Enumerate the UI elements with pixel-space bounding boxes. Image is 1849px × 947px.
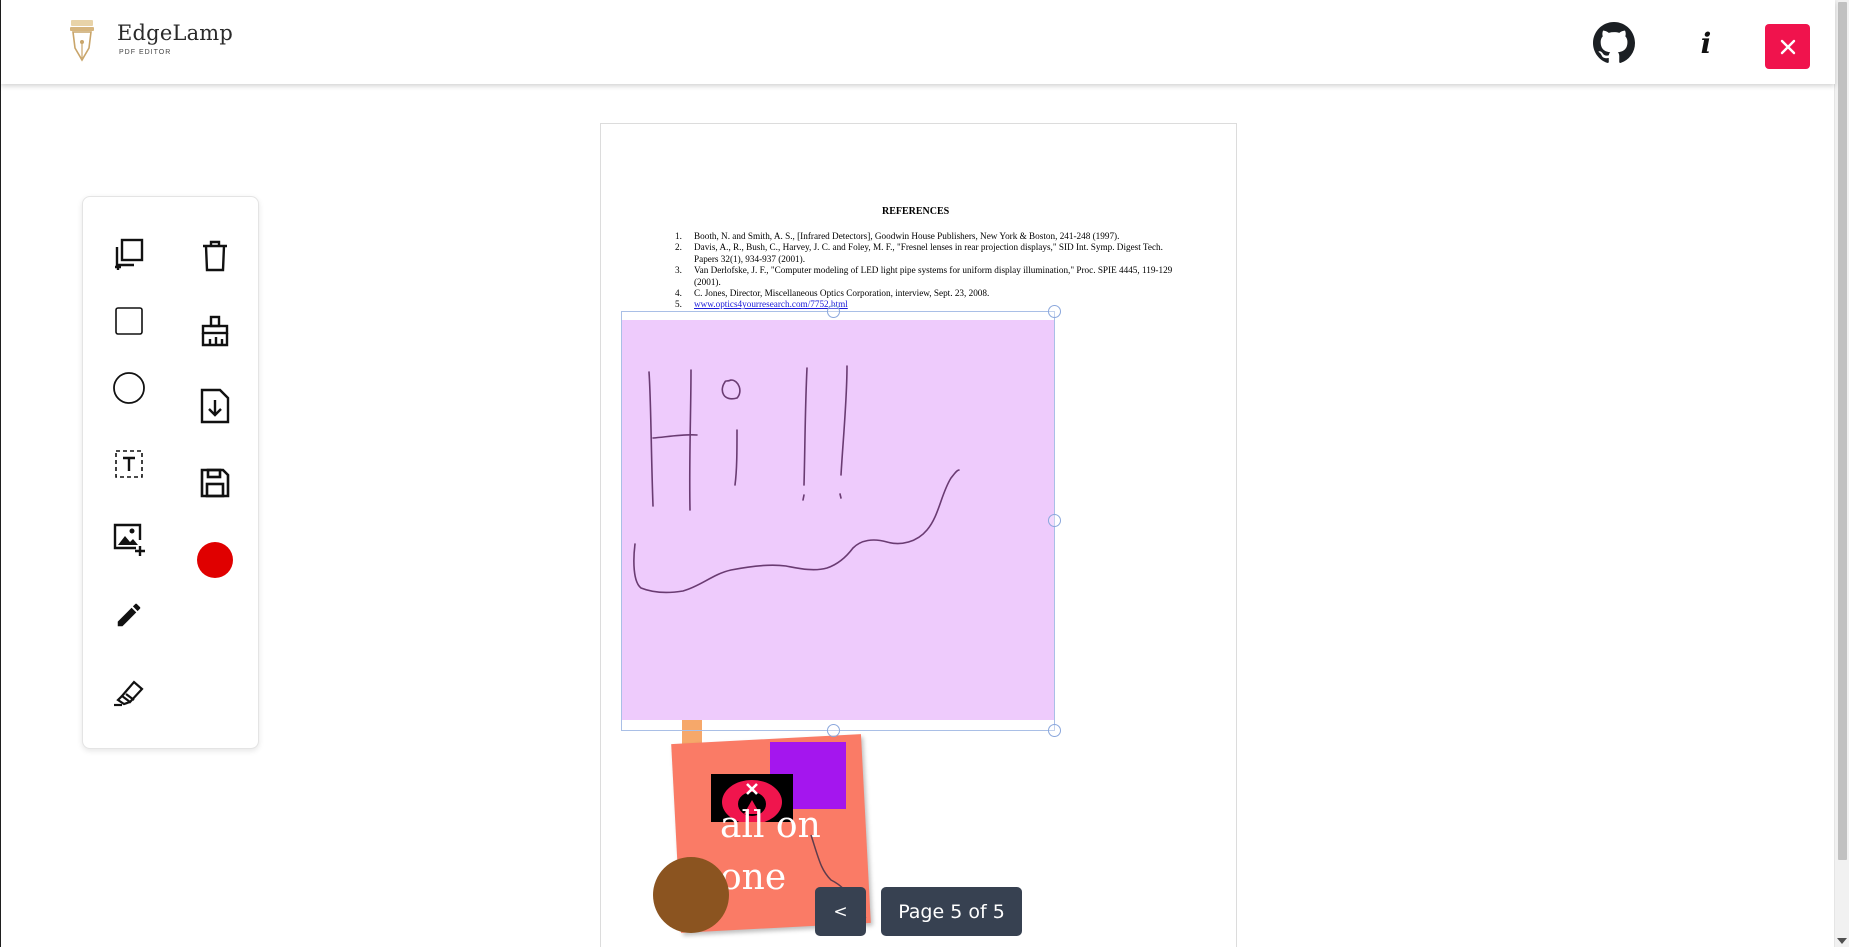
download-button[interactable] [195, 386, 235, 426]
save-icon [200, 468, 230, 498]
resize-handle-top-right[interactable] [1048, 305, 1061, 318]
github-button[interactable] [1593, 22, 1635, 64]
text-box-icon [115, 450, 143, 478]
highlighter-tool[interactable] [109, 671, 149, 711]
resize-handle-bottom-right[interactable] [1048, 724, 1061, 737]
previous-page-button[interactable]: < [815, 887, 866, 936]
resize-handle-bottom[interactable] [827, 724, 840, 737]
resize-handle-top[interactable] [827, 305, 840, 318]
add-image-icon [113, 523, 145, 556]
duplicate-page-button[interactable] [109, 234, 149, 274]
circle-tool[interactable] [109, 368, 149, 408]
vertical-scrollbar[interactable] [1834, 0, 1849, 947]
reference-item: 1. Booth, N. and Smith, A. S., [Infrared … [675, 231, 1120, 241]
brand-name: EdgeLamp [117, 21, 234, 45]
app-window: EdgeLamp PDF EDITOR i REFERENCES 1. Boot… [0, 0, 1849, 947]
reference-item: 2. Davis, A., R., Bush, C., Harvey, J. C.… [675, 242, 1163, 264]
broom-icon [201, 315, 229, 347]
reference-item: 4. C. Jones, Director, Miscellaneous Opti… [675, 288, 990, 299]
reference-item: 5. www.optics4yourresearch.com/7752.html [675, 299, 848, 310]
references-list: 1. Booth, N. and Smith, A. S., [Infrared … [675, 231, 1175, 311]
github-icon [1593, 22, 1635, 63]
pencil-tool[interactable] [109, 595, 149, 635]
reference-link[interactable]: www.optics4yourresearch.com/7752.html [694, 299, 848, 309]
header: EdgeLamp PDF EDITOR i [1, 0, 1835, 84]
selection-box[interactable] [621, 311, 1055, 731]
add-image-tool[interactable] [109, 519, 149, 559]
brand-subtitle: PDF EDITOR [119, 49, 172, 56]
text-box-tool[interactable] [109, 444, 149, 484]
info-icon: i [1700, 26, 1712, 60]
scroll-down-arrow-icon[interactable] [1837, 938, 1847, 944]
highlighter-icon [114, 680, 144, 707]
delete-button[interactable] [195, 236, 235, 276]
pencil-icon [117, 603, 141, 627]
trash-icon [203, 240, 227, 272]
info-button[interactable]: i [1691, 26, 1721, 60]
circle-icon [113, 372, 145, 404]
color-picker[interactable] [195, 540, 235, 580]
fountain-pen-logo-icon [70, 20, 94, 62]
close-icon [1780, 39, 1795, 54]
references-heading: REFERENCES [882, 206, 950, 217]
rectangle-tool[interactable] [109, 301, 149, 341]
brown-circle[interactable] [653, 857, 729, 933]
resize-handle-right[interactable] [1048, 514, 1061, 527]
close-button[interactable] [1765, 24, 1810, 69]
save-button[interactable] [195, 463, 235, 503]
reference-item: 3. Van Derlofske, J. F., "Computer modeli… [675, 265, 1173, 287]
clear-button[interactable] [195, 311, 235, 351]
current-color-swatch [197, 542, 233, 578]
download-icon [200, 388, 230, 424]
page-indicator: Page 5 of 5 [881, 887, 1022, 936]
duplicate-page-icon [115, 238, 144, 270]
tool-panel [82, 196, 259, 749]
rectangle-icon [115, 307, 143, 335]
scrollbar-thumb[interactable] [1838, 2, 1847, 860]
